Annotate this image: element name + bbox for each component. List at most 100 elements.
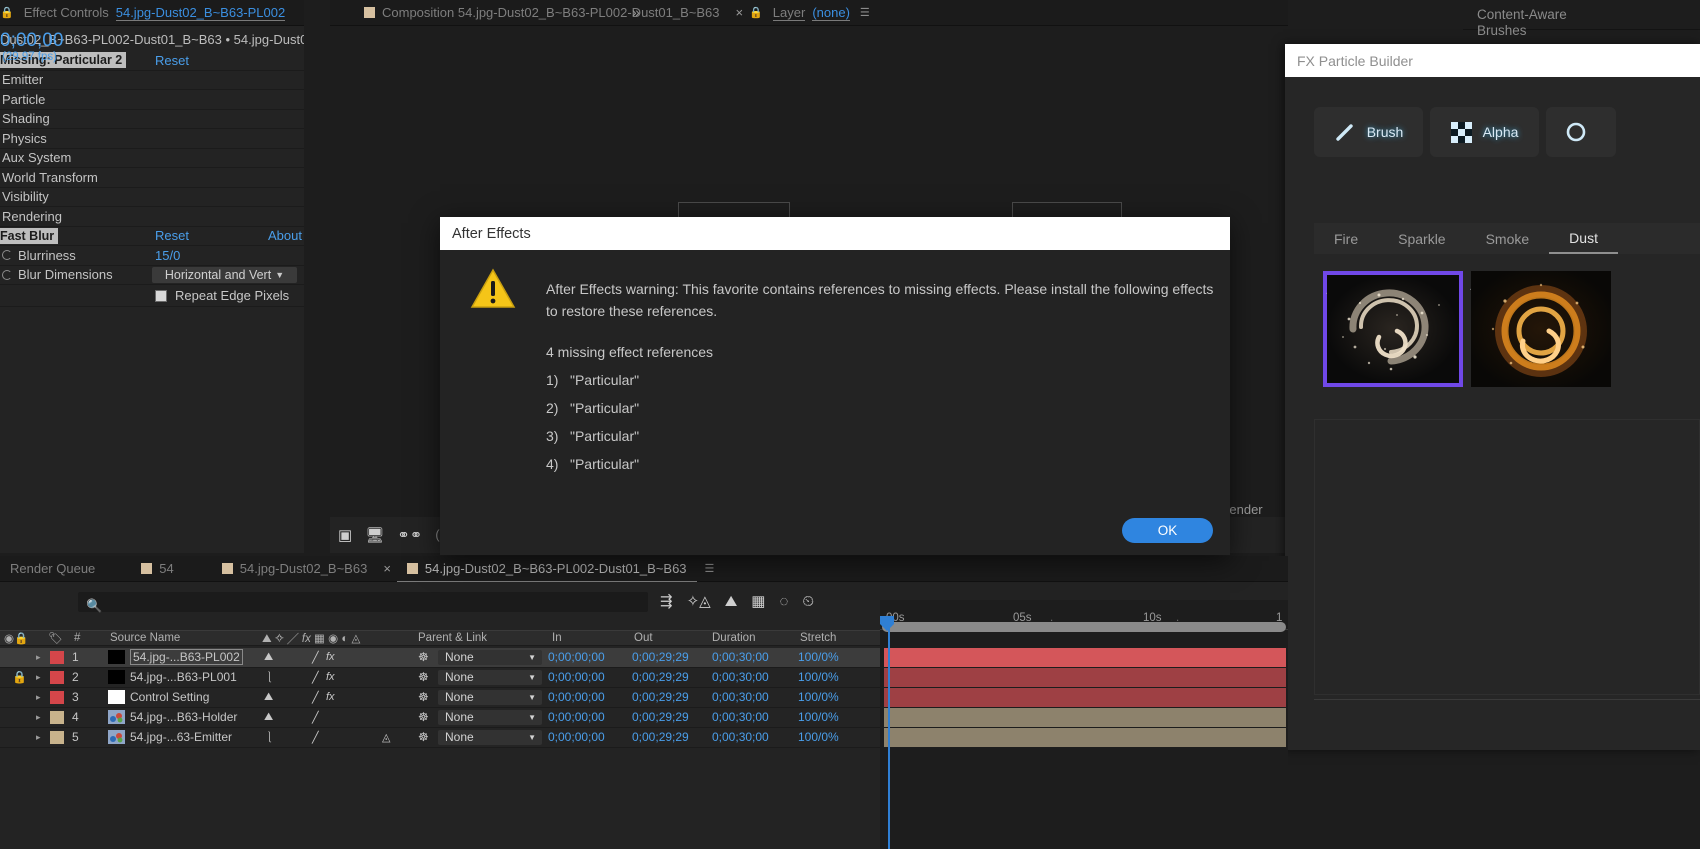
tab-comp-dust02-pl002[interactable]: 54.jpg-Dust02_B~B63-PL002-Dust01_B~B63: [396, 556, 697, 582]
label-color-swatch[interactable]: [50, 710, 64, 724]
solo-icon[interactable]: ⎱: [264, 729, 275, 745]
table-row[interactable]: ▸ 4 54.jpg-...B63-Holder ⛰ ╱ ☸ None ▼ 0;…: [0, 708, 880, 728]
effect-icon[interactable]: ╱: [312, 691, 319, 704]
label-color-swatch[interactable]: [50, 730, 64, 744]
parent-link-icon[interactable]: ☸: [418, 730, 429, 744]
parent-dropdown[interactable]: None ▼: [438, 669, 542, 685]
expand-arrow-icon[interactable]: ▸: [36, 652, 41, 663]
expand-arrow-icon[interactable]: ▸: [36, 732, 41, 743]
parent-dropdown[interactable]: None ▼: [438, 649, 542, 665]
lock-icon[interactable]: 🔒: [12, 670, 27, 684]
lock-icon[interactable]: 🔒: [0, 6, 14, 19]
tab-layer[interactable]: Layer (none): [763, 0, 860, 26]
layer-name[interactable]: 54.jpg-...63-Emitter: [130, 730, 232, 744]
effect-icon[interactable]: ╱: [312, 671, 319, 684]
time-ruler[interactable]: 00s 05s 10s 1 . .: [880, 600, 1288, 632]
layer-name[interactable]: 54.jpg-...B63-PL001: [130, 670, 237, 684]
effect-group-world-transform[interactable]: World Transform: [0, 168, 304, 188]
category-fire[interactable]: Fire: [1314, 223, 1378, 254]
composition-mini-flowchart-icon[interactable]: ⇶: [660, 592, 673, 610]
effect-header-fast-blur[interactable]: Fast Blur Reset About: [0, 227, 304, 246]
draft-3d-icon[interactable]: ✧◬: [687, 592, 711, 610]
preset-dust-swirl-white[interactable]: ╱ ▦ ◐: [1323, 271, 1463, 387]
layer-bar[interactable]: [884, 728, 1286, 747]
effect-group-shading[interactable]: Shading: [0, 110, 304, 129]
expand-arrow-icon[interactable]: ▸: [36, 672, 41, 683]
3d-icon[interactable]: ◬: [382, 731, 390, 744]
timeline-scrollbar[interactable]: [882, 622, 1286, 632]
tab-comp-dust02[interactable]: 54.jpg-Dust02_B~B63: [212, 556, 378, 582]
hide-shy-layers-icon[interactable]: ⛰: [725, 593, 738, 610]
tab-composition[interactable]: Composition 54.jpg-Dust02_B~B63-PL002-Du…: [354, 0, 730, 26]
label-color-swatch[interactable]: [50, 690, 64, 704]
table-row[interactable]: ▸ 3 Control Setting ⛰ ╱ fx ☸ None ▼ 0;00…: [0, 688, 880, 708]
reset-link[interactable]: Reset: [155, 53, 189, 68]
effect-icon[interactable]: ╱: [312, 651, 319, 664]
mode-button-third[interactable]: [1546, 107, 1616, 157]
layer-bar[interactable]: [884, 668, 1286, 687]
toggle-transparency-icon[interactable]: ▣: [338, 526, 352, 544]
playhead-handle[interactable]: [880, 616, 894, 631]
current-time-display[interactable]: 0;00;00: [0, 30, 63, 52]
search-input[interactable]: [78, 592, 648, 612]
effect-group-physics[interactable]: Physics: [0, 129, 304, 149]
fx-icon[interactable]: fx: [326, 691, 335, 703]
fx-icon[interactable]: fx: [326, 651, 335, 663]
property-repeat-edge-pixels[interactable]: Repeat Edge Pixels: [0, 285, 304, 307]
parent-link-icon[interactable]: ☸: [418, 650, 429, 664]
graph-editor-icon[interactable]: ⏲: [802, 593, 814, 610]
category-sparkle[interactable]: Sparkle: [1378, 223, 1465, 254]
ok-button[interactable]: OK: [1122, 518, 1213, 543]
effect-group-emitter[interactable]: Emitter: [0, 71, 304, 90]
tab-comp-54[interactable]: 54: [131, 556, 183, 582]
stopwatch-icon[interactable]: [2, 269, 12, 280]
close-icon[interactable]: ×: [377, 561, 397, 576]
effect-group-aux-system[interactable]: Aux System: [0, 149, 304, 168]
parent-link-icon[interactable]: ☸: [418, 690, 429, 704]
timeline-graph-area[interactable]: 00s 05s 10s 1 . .: [880, 600, 1288, 849]
category-smoke[interactable]: Smoke: [1466, 223, 1550, 254]
layer-bar[interactable]: [884, 688, 1286, 707]
parent-link-icon[interactable]: ☸: [418, 710, 429, 724]
layer-name[interactable]: 54.jpg-...B63-PL002: [130, 649, 243, 666]
brushes-panel-tab[interactable]: Brushes: [1463, 16, 1700, 46]
reset-link-fast-blur[interactable]: Reset: [155, 228, 189, 243]
effect-group-particle[interactable]: Particle: [0, 90, 304, 110]
parent-icon[interactable]: ⛰: [264, 651, 273, 664]
repeat-edge-pixels-checkbox[interactable]: [155, 289, 167, 302]
expand-arrow-icon[interactable]: ▸: [36, 712, 41, 723]
3d-glasses-icon[interactable]: ⚭⚭: [397, 526, 422, 544]
property-blur-dimensions[interactable]: Blur Dimensions Horizontal and Vert ▼: [0, 266, 304, 285]
tab-effect-controls[interactable]: Effect Controls 54.jpg-Dust02_B~B63-PL00…: [14, 0, 296, 26]
label-color-swatch[interactable]: [50, 670, 64, 684]
table-row[interactable]: 🔒 ▸ 2 54.jpg-...B63-PL001 ⎱ ╱ fx ☸ None …: [0, 668, 880, 688]
label-color-swatch[interactable]: [50, 650, 64, 664]
panel-menu-icon[interactable]: ☰: [705, 562, 715, 575]
layer-bar[interactable]: [884, 648, 1286, 667]
current-time-indicator[interactable]: [888, 626, 890, 849]
table-row[interactable]: ▸ 1 54.jpg-...B63-PL002 ⛰ ╱ fx ☸ None ▼ …: [0, 648, 880, 668]
frame-blending-icon[interactable]: ▦: [751, 592, 765, 610]
mode-button-brush[interactable]: Brush: [1314, 107, 1423, 157]
parent-link-icon[interactable]: ☸: [418, 670, 429, 684]
layer-name[interactable]: Control Setting: [130, 690, 209, 704]
about-link-fast-blur[interactable]: About: [268, 228, 302, 243]
parent-dropdown[interactable]: None ▼: [438, 709, 542, 725]
table-row[interactable]: ▸ 5 54.jpg-...63-Emitter ⎱ ╱ ◬ ☸ None ▼ …: [0, 728, 880, 748]
effect-icon[interactable]: ╱: [312, 731, 319, 744]
blur-dimensions-dropdown[interactable]: Horizontal and Vert ▼: [152, 266, 297, 283]
mode-button-alpha[interactable]: Alpha: [1430, 107, 1539, 157]
fx-icon[interactable]: fx: [326, 671, 335, 683]
layer-bar[interactable]: [884, 708, 1286, 727]
motion-blur-icon[interactable]: ◌: [779, 593, 788, 610]
fx-particle-builder-titlebar[interactable]: FX Particle Builder: [1285, 44, 1700, 77]
parent-dropdown[interactable]: None ▼: [438, 729, 542, 745]
chevron-double-right-icon[interactable]: »: [632, 4, 640, 20]
panel-menu-icon[interactable]: ☰: [860, 6, 870, 19]
stopwatch-icon[interactable]: [2, 250, 12, 260]
parent-icon[interactable]: ⛰: [264, 711, 273, 724]
effect-icon[interactable]: ╱: [312, 711, 319, 724]
effect-group-rendering[interactable]: Rendering: [0, 207, 304, 227]
close-icon[interactable]: ×: [730, 5, 750, 20]
solo-icon[interactable]: ⎱: [264, 669, 275, 685]
